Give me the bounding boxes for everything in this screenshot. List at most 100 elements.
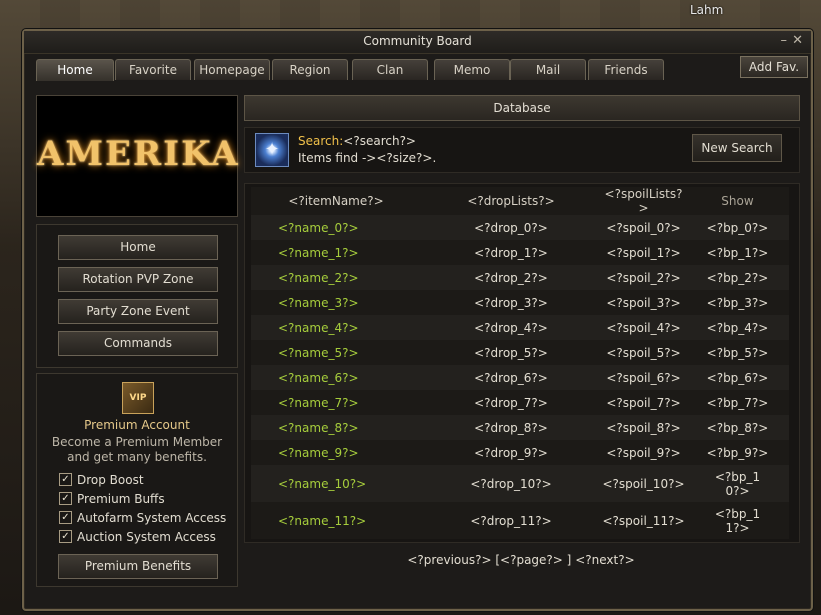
- search-label: Search:: [298, 134, 344, 148]
- show-bp[interactable]: <?bp_4?>: [686, 315, 789, 340]
- item-name[interactable]: <?name_6?>: [251, 365, 421, 390]
- spoil-list[interactable]: <?spoil_10?>: [601, 465, 686, 502]
- spoil-list[interactable]: <?spoil_0?>: [601, 215, 686, 240]
- spoil-list[interactable]: <?spoil_6?>: [601, 365, 686, 390]
- menu-rotation-pvp-button[interactable]: Rotation PVP Zone: [58, 267, 218, 292]
- drop-list[interactable]: <?drop_8?>: [421, 415, 601, 440]
- show-bp[interactable]: <?bp_11?>: [686, 502, 789, 539]
- premium-title: Premium Account: [84, 418, 190, 432]
- tab-favorite[interactable]: Favorite: [115, 59, 191, 80]
- minimize-icon[interactable]: –: [781, 33, 788, 48]
- search-value: <?search?>: [343, 134, 416, 148]
- search-panel: ✦ Search:<?search?> Items find -><?size?…: [244, 127, 800, 173]
- tab-clan[interactable]: Clan: [352, 59, 428, 80]
- drop-list[interactable]: <?drop_0?>: [421, 215, 601, 240]
- tab-mail[interactable]: Mail: [510, 59, 586, 80]
- spoil-list[interactable]: <?spoil_5?>: [601, 340, 686, 365]
- spoil-list[interactable]: <?spoil_4?>: [601, 315, 686, 340]
- table-row[interactable]: <?name_11?> <?drop_11?> <?spoil_11?> <?bp_1…: [251, 502, 789, 539]
- window-titlebar[interactable]: Community Board – ✕: [24, 31, 811, 54]
- table-row[interactable]: <?name_4?> <?drop_4?> <?spoil_4?> <?bp_4?>: [251, 315, 789, 340]
- table-row[interactable]: <?name_5?> <?drop_5?> <?spoil_5?> <?bp_5?>: [251, 340, 789, 365]
- show-bp[interactable]: <?bp_0?>: [686, 215, 789, 240]
- spoil-list[interactable]: <?spoil_3?>: [601, 290, 686, 315]
- spoil-list[interactable]: <?spoil_9?>: [601, 440, 686, 465]
- show-bp[interactable]: <?bp_5?>: [686, 340, 789, 365]
- show-bp[interactable]: <?bp_10?>: [686, 465, 789, 502]
- item-name[interactable]: <?name_0?>: [251, 215, 421, 240]
- show-bp[interactable]: <?bp_7?>: [686, 390, 789, 415]
- drop-list[interactable]: <?drop_6?>: [421, 365, 601, 390]
- vip-icon: VIP: [122, 382, 154, 414]
- drop-list[interactable]: <?drop_3?>: [421, 290, 601, 315]
- logo-text: AMERIKA: [37, 134, 240, 174]
- tab-memo[interactable]: Memo: [434, 59, 510, 80]
- table-row[interactable]: <?name_3?> <?drop_3?> <?spoil_3?> <?bp_3?>: [251, 290, 789, 315]
- table-row[interactable]: <?name_6?> <?drop_6?> <?spoil_6?> <?bp_6?>: [251, 365, 789, 390]
- spoil-list[interactable]: <?spoil_2?>: [601, 265, 686, 290]
- add-favorite-button[interactable]: Add Fav.: [740, 56, 808, 78]
- item-name[interactable]: <?name_11?>: [251, 502, 421, 539]
- feature-autofarm: ✓ Autofarm System Access: [59, 510, 226, 526]
- premium-benefits-button[interactable]: Premium Benefits: [58, 554, 218, 579]
- show-bp[interactable]: <?bp_1?>: [686, 240, 789, 265]
- menu-home-button[interactable]: Home: [58, 235, 218, 260]
- drop-list[interactable]: <?drop_9?>: [421, 440, 601, 465]
- table-header-row: <?itemName?> <?dropLists?> <?spoilLists?…: [251, 187, 789, 215]
- table-row[interactable]: <?name_0?> <?drop_0?> <?spoil_0?> <?bp_0?>: [251, 215, 789, 240]
- new-search-button[interactable]: New Search: [692, 134, 782, 162]
- checkbox-icon: ✓: [59, 473, 72, 486]
- drop-list[interactable]: <?drop_2?>: [421, 265, 601, 290]
- table-row[interactable]: <?name_1?> <?drop_1?> <?spoil_1?> <?bp_1?>: [251, 240, 789, 265]
- item-name[interactable]: <?name_5?>: [251, 340, 421, 365]
- spoil-list[interactable]: <?spoil_7?>: [601, 390, 686, 415]
- item-name[interactable]: <?name_4?>: [251, 315, 421, 340]
- feature-premium-buffs: ✓ Premium Buffs: [59, 491, 165, 507]
- spoil-list[interactable]: <?spoil_11?>: [601, 502, 686, 539]
- show-bp[interactable]: <?bp_6?>: [686, 365, 789, 390]
- show-bp[interactable]: <?bp_9?>: [686, 440, 789, 465]
- tab-friends[interactable]: Friends: [588, 59, 664, 80]
- item-name[interactable]: <?name_3?>: [251, 290, 421, 315]
- premium-panel: VIP Premium Account Become a Premium Mem…: [36, 373, 238, 587]
- tab-region[interactable]: Region: [272, 59, 348, 80]
- show-bp[interactable]: <?bp_2?>: [686, 265, 789, 290]
- feature-drop-boost: ✓ Drop Boost: [59, 472, 144, 488]
- drop-list[interactable]: <?drop_10?>: [421, 465, 601, 502]
- show-bp[interactable]: <?bp_8?>: [686, 415, 789, 440]
- table-row[interactable]: <?name_8?> <?drop_8?> <?spoil_8?> <?bp_8?>: [251, 415, 789, 440]
- menu-party-zone-button[interactable]: Party Zone Event: [58, 299, 218, 324]
- results-table: <?itemName?> <?dropLists?> <?spoilLists?…: [251, 187, 789, 539]
- drop-list[interactable]: <?drop_5?>: [421, 340, 601, 365]
- spoil-list[interactable]: <?spoil_8?>: [601, 415, 686, 440]
- database-header: Database: [244, 95, 800, 121]
- tab-homepage[interactable]: Homepage: [194, 59, 270, 80]
- table-row[interactable]: <?name_9?> <?drop_9?> <?spoil_9?> <?bp_9?>: [251, 440, 789, 465]
- menu-commands-button[interactable]: Commands: [58, 331, 218, 356]
- item-name[interactable]: <?name_8?>: [251, 415, 421, 440]
- table-row[interactable]: <?name_7?> <?drop_7?> <?spoil_7?> <?bp_7?>: [251, 390, 789, 415]
- drop-list[interactable]: <?drop_4?>: [421, 315, 601, 340]
- item-name[interactable]: <?name_9?>: [251, 440, 421, 465]
- item-name[interactable]: <?name_2?>: [251, 265, 421, 290]
- close-icon[interactable]: ✕: [792, 33, 803, 48]
- item-name[interactable]: <?name_1?>: [251, 240, 421, 265]
- item-name[interactable]: <?name_7?>: [251, 390, 421, 415]
- previous-page-link[interactable]: <?previous?>: [407, 553, 491, 567]
- window-title: Community Board: [363, 34, 472, 48]
- tab-home[interactable]: Home: [36, 59, 114, 81]
- next-page-link[interactable]: <?next?>: [575, 553, 634, 567]
- drop-list[interactable]: <?drop_11?>: [421, 502, 601, 539]
- search-summary: Search:<?search?>: [298, 134, 416, 148]
- table-row[interactable]: <?name_2?> <?drop_2?> <?spoil_2?> <?bp_2?>: [251, 265, 789, 290]
- spoil-list[interactable]: <?spoil_1?>: [601, 240, 686, 265]
- drop-list[interactable]: <?drop_1?>: [421, 240, 601, 265]
- drop-list[interactable]: <?drop_7?>: [421, 390, 601, 415]
- show-bp[interactable]: <?bp_3?>: [686, 290, 789, 315]
- server-logo: AMERIKA: [36, 95, 238, 217]
- search-crystal-icon: ✦: [255, 133, 289, 167]
- player-nameplate: Lahm: [690, 3, 724, 17]
- table-row[interactable]: <?name_10?> <?drop_10?> <?spoil_10?> <?bp_1…: [251, 465, 789, 502]
- checkbox-icon: ✓: [59, 511, 72, 524]
- item-name[interactable]: <?name_10?>: [251, 465, 421, 502]
